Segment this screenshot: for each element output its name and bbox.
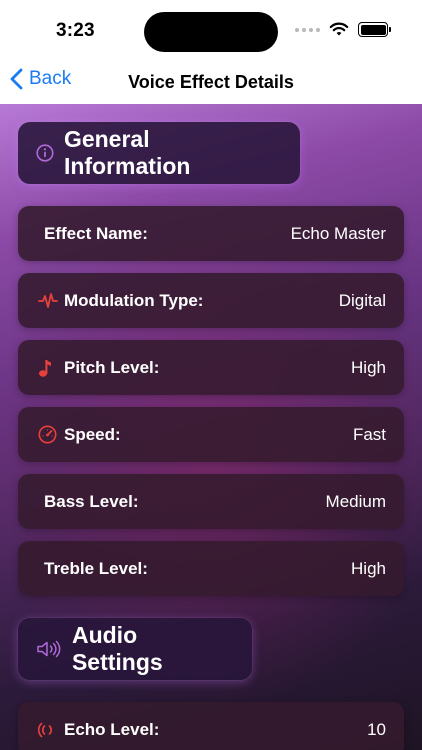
section-title: General Information (63, 126, 191, 179)
speedometer-icon (38, 425, 60, 444)
row-label: Treble Level: (44, 558, 148, 578)
navigation-bar: Back Voice Effect Details (0, 58, 422, 104)
row-label: Bass Level: (44, 491, 139, 511)
status-icons (295, 22, 391, 37)
row-bass-level: Bass Level: Medium (18, 474, 404, 529)
speaker-wave-icon (37, 640, 61, 658)
details-scroll-view[interactable]: General Information Effect Name: Echo Ma… (0, 104, 422, 750)
row-effect-name: Effect Name: Echo Master (18, 206, 404, 261)
row-value: 10 (367, 719, 386, 739)
row-label: Modulation Type: (64, 290, 204, 310)
row-value: Digital (338, 290, 386, 310)
section-title: Audio Settings (71, 622, 163, 675)
row-speed: Speed: Fast (18, 407, 404, 462)
row-echo-level: Echo Level: 10 (18, 702, 404, 750)
broadcast-icon (38, 721, 60, 739)
dynamic-island (144, 12, 278, 52)
row-treble-level: Treble Level: High (18, 541, 404, 596)
signal-dots-icon (295, 27, 320, 32)
row-value: Echo Master (290, 223, 386, 243)
row-label: Echo Level: (64, 719, 160, 739)
row-value: Fast (352, 424, 386, 444)
row-modulation-type: Modulation Type: Digital (18, 273, 404, 328)
row-value: High (351, 558, 386, 578)
wifi-icon (329, 22, 349, 36)
section-header-general: General Information (18, 122, 300, 184)
row-value: High (351, 357, 386, 377)
status-time: 3:23 (56, 20, 95, 41)
row-label: Pitch Level: (64, 357, 160, 377)
music-note-icon (38, 358, 60, 378)
row-value: Medium (325, 491, 386, 511)
row-label: Effect Name: (44, 223, 148, 243)
row-label: Speed: (64, 424, 121, 444)
info-circle-icon (36, 144, 54, 162)
row-pitch-level: Pitch Level: High (18, 340, 404, 395)
status-bar: 3:23 (0, 0, 422, 58)
waveform-icon (38, 292, 60, 309)
page-title: Voice Effect Details (128, 72, 294, 92)
section-header-audio: Audio Settings (18, 618, 252, 680)
battery-icon (358, 22, 391, 37)
